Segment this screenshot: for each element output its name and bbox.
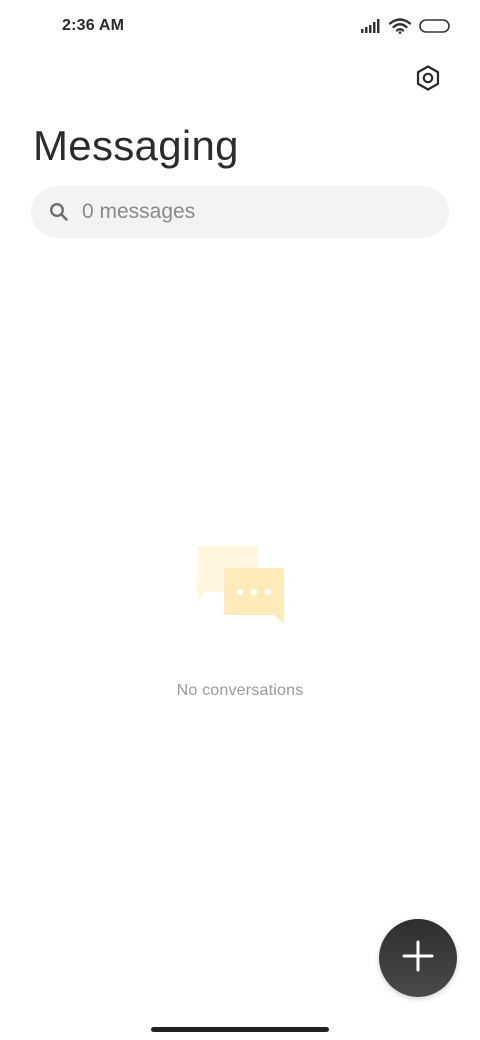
settings-button[interactable] [408, 60, 448, 100]
status-time: 2:36 AM [62, 17, 125, 34]
chat-bubbles-icon [192, 544, 288, 628]
signal-icon [361, 19, 381, 38]
battery-icon [419, 19, 450, 38]
wifi-icon [388, 18, 412, 39]
home-indicator[interactable] [151, 1027, 329, 1032]
settings-icon [415, 64, 441, 96]
page-title: Messaging [33, 122, 239, 169]
status-icons [361, 18, 450, 39]
new-conversation-button[interactable] [379, 919, 457, 997]
status-bar: 2:36 AM [0, 0, 480, 56]
search-bar[interactable] [31, 186, 449, 238]
empty-state-text: No conversations [176, 682, 304, 699]
plus-icon [402, 940, 434, 977]
search-icon [47, 200, 71, 224]
search-input[interactable] [82, 200, 402, 224]
